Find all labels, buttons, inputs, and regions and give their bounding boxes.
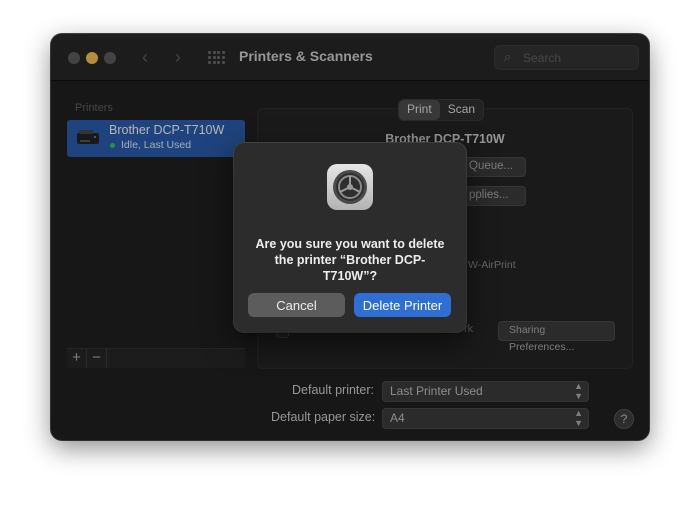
cancel-button[interactable]: Cancel <box>248 293 345 317</box>
delete-printer-button[interactable]: Delete Printer <box>354 293 451 317</box>
dialog-message: Are you sure you want to delete the prin… <box>255 237 445 283</box>
system-settings-gear-icon <box>327 164 373 210</box>
delete-printer-dialog: Are you sure you want to delete the prin… <box>234 143 466 332</box>
